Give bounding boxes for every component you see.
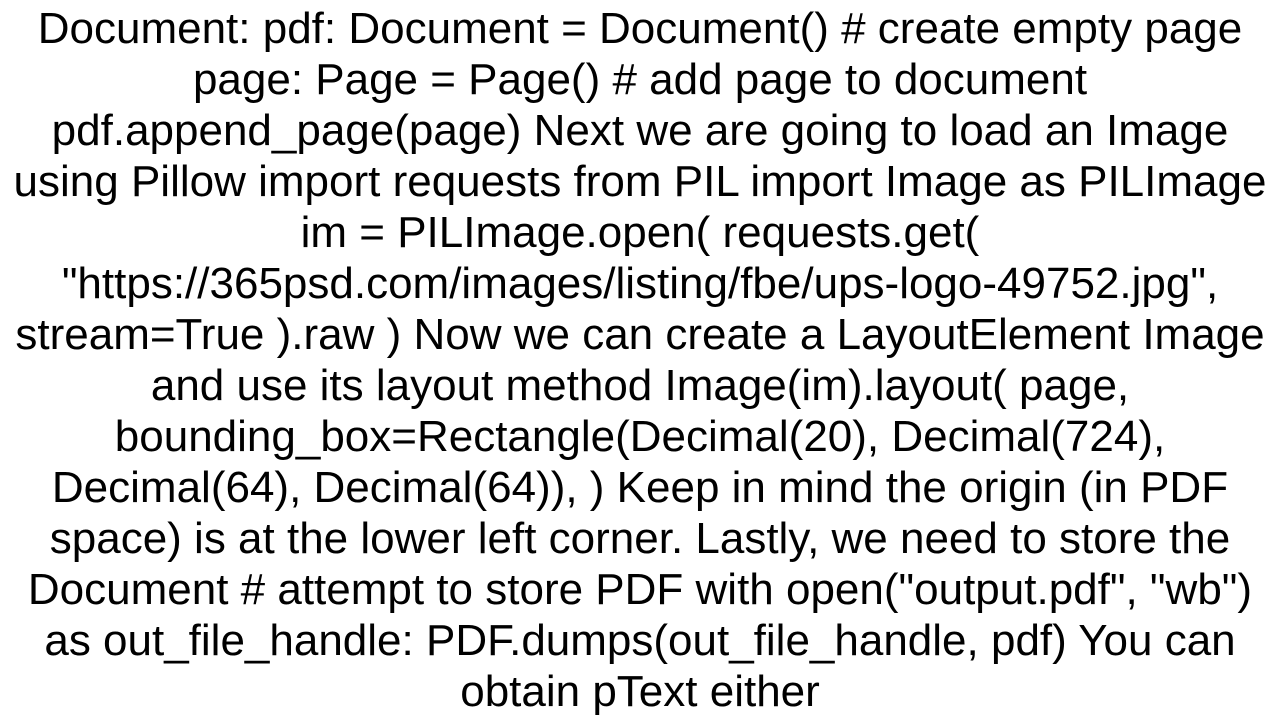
document-body: Document: pdf: Document = Document() # c…	[10, 3, 1270, 717]
